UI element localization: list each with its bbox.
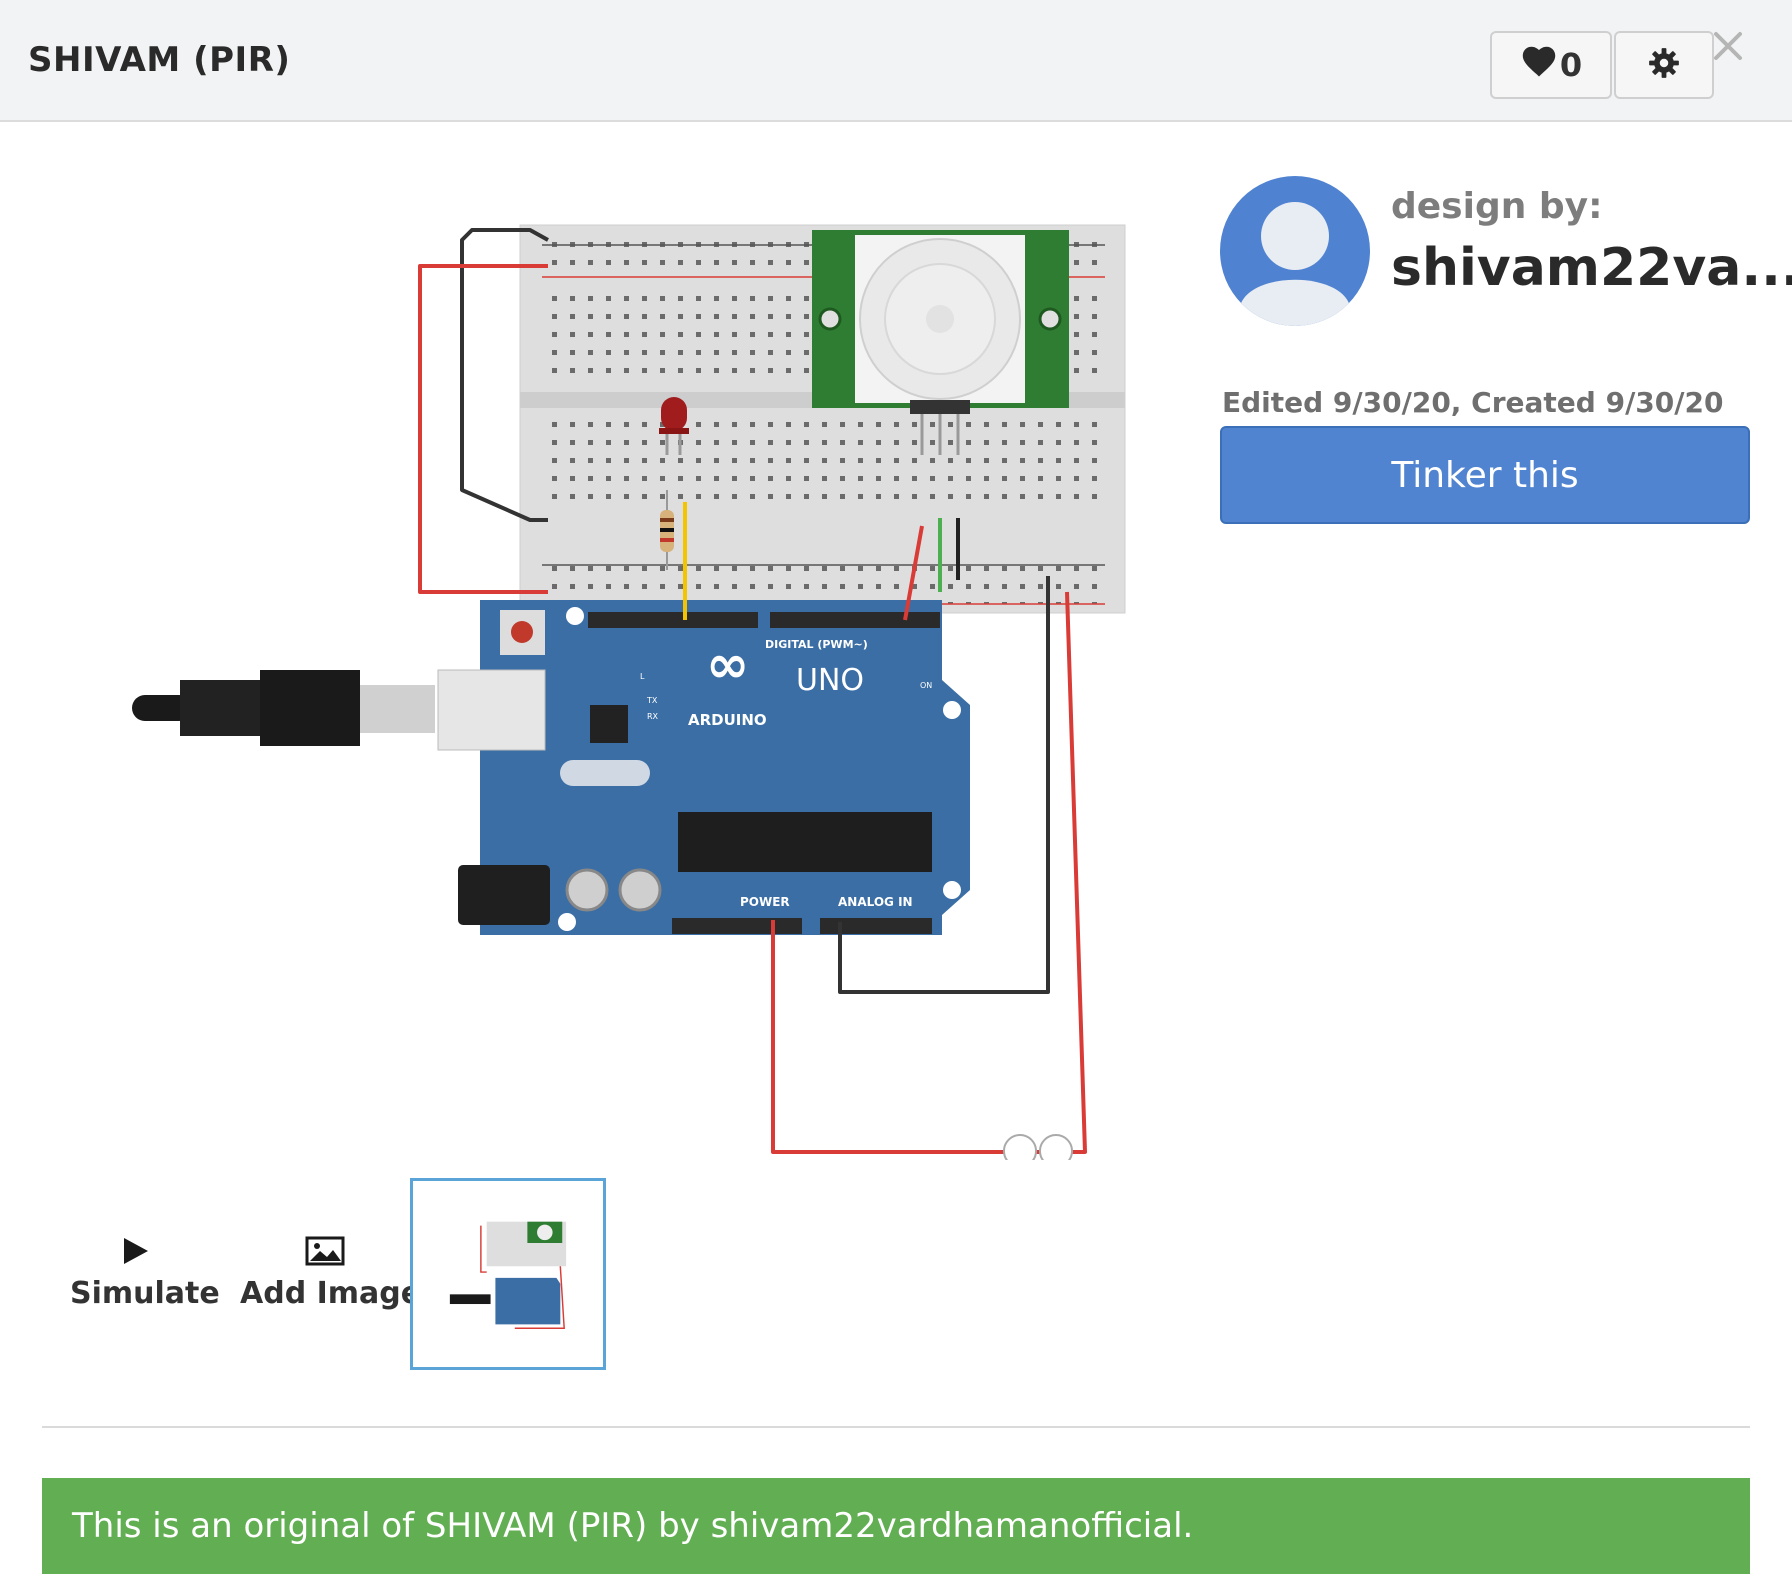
image-icon	[305, 1236, 345, 1270]
analog-label: ANALOG IN	[838, 895, 913, 909]
original-notice-text: This is an original of SHIVAM (PIR) by s…	[72, 1506, 1194, 1546]
arduino-board: ∞ ARDUINO UNO DIGITAL (PWM~) POWER ANALO…	[437, 600, 970, 935]
heart-icon	[1520, 44, 1558, 86]
original-notice-banner: This is an original of SHIVAM (PIR) by s…	[42, 1478, 1750, 1574]
on-label: ON	[920, 681, 932, 690]
add-image-label: Add Image	[240, 1276, 422, 1311]
arduino-brand-label: ARDUINO	[688, 711, 767, 729]
tinker-button[interactable]: Tinker this	[1220, 426, 1750, 524]
close-icon[interactable]	[1710, 28, 1746, 64]
designer-name[interactable]: shivam22va...	[1391, 238, 1792, 298]
page-title: SHIVAM (PIR)	[28, 40, 291, 80]
circuit-thumbnail[interactable]	[410, 1178, 606, 1370]
add-image-button[interactable]: Add Image	[240, 1236, 422, 1311]
simulate-button[interactable]: Simulate	[70, 1236, 220, 1311]
like-count: 0	[1559, 46, 1583, 84]
gear-icon	[1647, 46, 1681, 84]
avatar[interactable]	[1220, 176, 1370, 326]
settings-button[interactable]	[1614, 31, 1714, 99]
divider	[42, 1426, 1750, 1428]
svg-text:∞: ∞	[706, 635, 749, 695]
arduino-model-label: UNO	[796, 663, 864, 698]
designer-info: design by: shivam22va...	[1220, 176, 1792, 336]
l-label: L	[640, 672, 645, 681]
play-icon	[120, 1238, 150, 1270]
rx-label: RX	[647, 712, 659, 721]
digital-label: DIGITAL (PWM~)	[765, 638, 868, 651]
tx-label: TX	[646, 696, 658, 705]
edit-dates: Edited 9/30/20, Created 9/30/20	[1222, 386, 1724, 419]
design-by-label: design by:	[1391, 186, 1603, 227]
usb-cable	[132, 670, 435, 746]
circuit-preview: ∞ ARDUINO UNO DIGITAL (PWM~) POWER ANALO…	[60, 200, 1160, 1168]
like-button[interactable]: 0	[1490, 31, 1612, 99]
top-bar: SHIVAM (PIR) 0	[0, 0, 1792, 122]
cc-license-icon	[1003, 1134, 1073, 1168]
simulate-label: Simulate	[70, 1276, 220, 1311]
power-label: POWER	[740, 895, 790, 909]
